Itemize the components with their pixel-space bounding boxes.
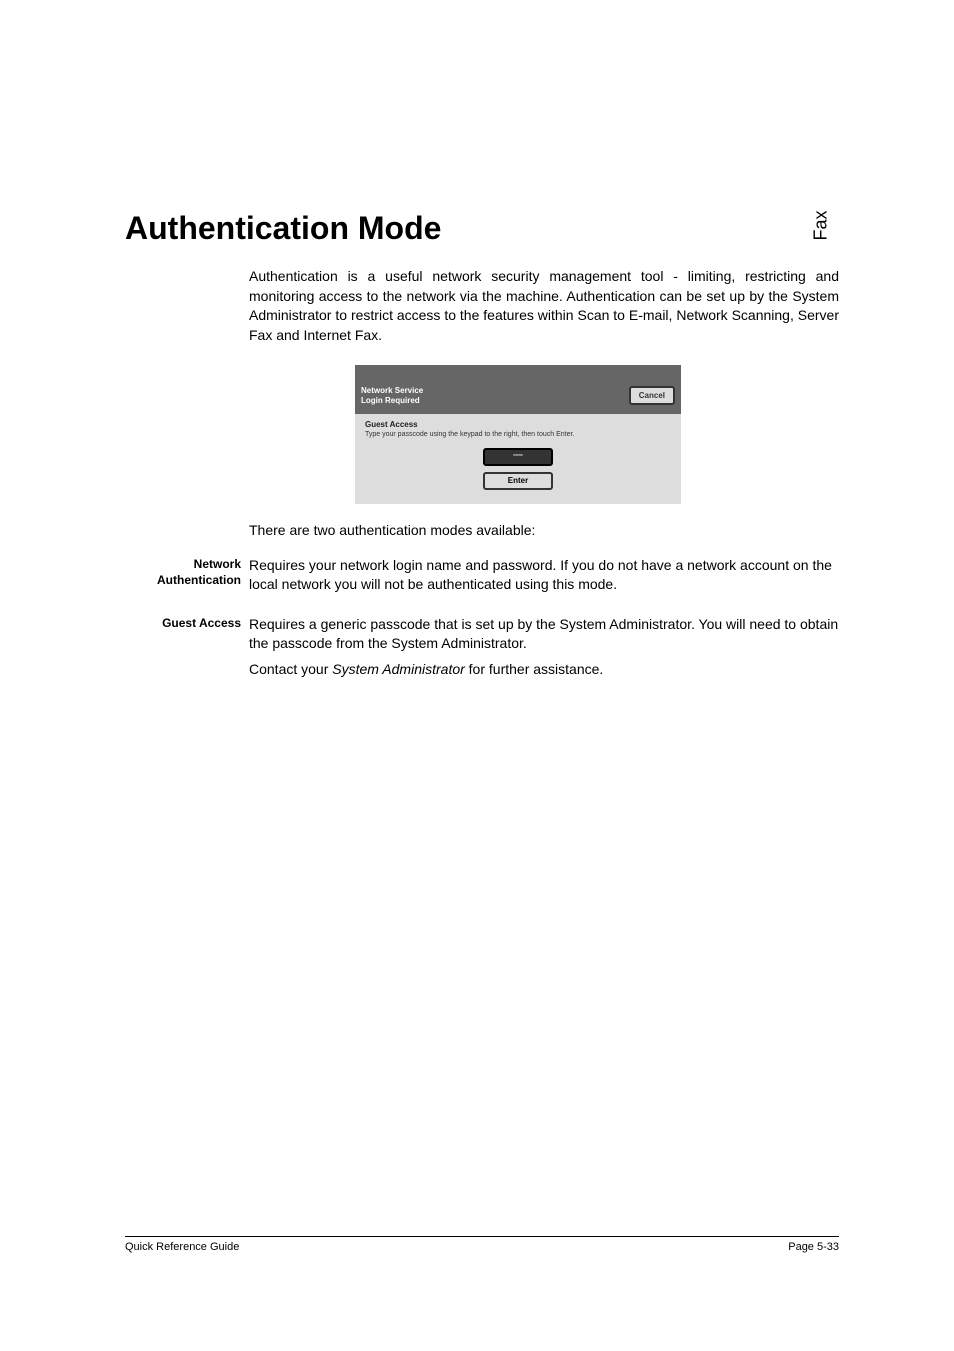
enter-button[interactable]: Enter — [483, 472, 553, 490]
passcode-instruction: Type your passcode using the keypad to t… — [365, 431, 671, 438]
guest-access-desc: Requires a generic passcode that is set … — [249, 615, 839, 686]
footer-right: Page 5-33 — [788, 1241, 839, 1253]
guest-access-title: Guest Access — [365, 420, 671, 429]
intro-paragraph: Authentication is a useful network secur… — [249, 267, 839, 345]
term-line2: Authentication — [125, 572, 241, 589]
cancel-button[interactable]: Cancel — [629, 386, 675, 405]
footer-left: Quick Reference Guide — [125, 1241, 239, 1253]
page-footer: Quick Reference Guide Page 5-33 — [125, 1236, 839, 1253]
screenshot-title: Network Service Login Required — [361, 386, 423, 405]
screenshot-title-line1: Network Service — [361, 386, 423, 396]
guest-access-term: Guest Access — [125, 615, 249, 686]
login-screenshot: Network Service Login Required Cancel Gu… — [355, 365, 681, 503]
guest-desc-2: Contact your System Administrator for fu… — [249, 660, 839, 680]
screenshot-title-line2: Login Required — [361, 396, 423, 406]
term-line1: Network — [125, 556, 241, 573]
screenshot-container: Network Service Login Required Cancel Gu… — [355, 365, 839, 503]
network-auth-definition: Network Authentication Requires your net… — [125, 556, 839, 601]
desc2-italic: System Administrator — [332, 661, 465, 677]
network-auth-term: Network Authentication — [125, 556, 249, 601]
screenshot-titlebar: Network Service Login Required Cancel — [355, 383, 681, 413]
desc2-suffix: for further assistance. — [465, 661, 604, 677]
guest-desc-1: Requires a generic passcode that is set … — [249, 615, 839, 654]
screenshot-body: Guest Access Type your passcode using th… — [355, 414, 681, 504]
screenshot-buttons: ***** Enter — [365, 448, 671, 490]
desc2-prefix: Contact your — [249, 661, 332, 677]
modes-intro-text: There are two authentication modes avail… — [249, 522, 839, 538]
network-desc-text: Requires your network login name and pas… — [249, 556, 839, 595]
guest-access-definition: Guest Access Requires a generic passcode… — [125, 615, 839, 686]
page-content: Authentication Mode Authentication is a … — [0, 0, 954, 686]
passcode-input[interactable]: ***** — [483, 448, 553, 466]
network-auth-desc: Requires your network login name and pas… — [249, 556, 839, 601]
screenshot-header-bar — [355, 365, 681, 383]
page-title: Authentication Mode — [125, 210, 839, 247]
